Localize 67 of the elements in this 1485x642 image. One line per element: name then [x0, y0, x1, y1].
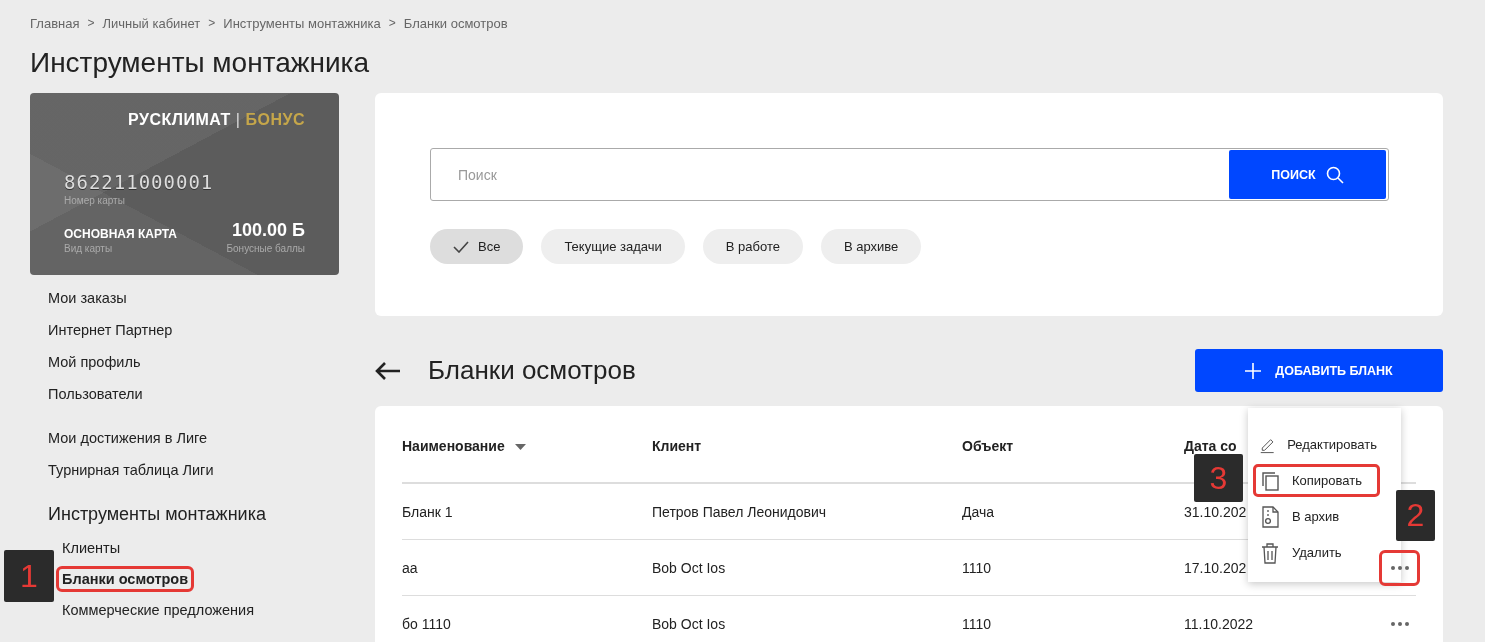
sidebar-item[interactable]: Бланки осмотров — [56, 566, 195, 592]
breadcrumb-link[interactable]: Главная — [30, 16, 80, 33]
breadcrumb-separator: > — [87, 16, 95, 32]
column-header[interactable]: Наименование — [402, 438, 505, 454]
plus-icon — [1245, 362, 1262, 379]
search-button[interactable]: ПОИСК — [1229, 150, 1386, 199]
sidebar-item[interactable]: Турнирная таблица Лиги — [42, 457, 220, 483]
sidebar-heading: Инструменты монтажника — [48, 503, 267, 526]
table-cell: 31.10.202 — [1184, 503, 1247, 520]
brand-suffix: БОНУС — [245, 111, 305, 129]
sidebar-item[interactable]: Мой профиль — [42, 349, 147, 375]
more-icon — [1390, 621, 1409, 626]
sidebar-item[interactable]: Мои заказы — [42, 285, 133, 311]
sidebar-item[interactable]: Мои достижения в Лиге — [42, 425, 214, 451]
section-title: Бланки осмотров — [428, 355, 636, 386]
table-cell: бо 1110 — [402, 615, 451, 632]
column-header[interactable]: Объект — [962, 438, 1014, 454]
check-icon — [453, 240, 469, 253]
menu-item[interactable]: Удалить — [1253, 536, 1380, 569]
step-number-badge: 2 — [1396, 490, 1435, 541]
bonus-balance-label: Бонусные баллы — [226, 243, 305, 254]
step-number-badge: 3 — [1194, 454, 1243, 502]
breadcrumb-separator: > — [208, 16, 216, 32]
card-type-label: Вид карты — [64, 243, 114, 254]
breadcrumb-link[interactable]: Личный кабинет — [102, 16, 201, 33]
table-cell: 1110 — [962, 559, 992, 576]
zipped-file-icon — [1260, 505, 1280, 528]
search-field[interactable]: Поиск ПОИСК — [430, 148, 1389, 201]
card-number: 862211000001 — [64, 171, 215, 193]
table-cell: Петров Павел Леонидович — [652, 503, 827, 520]
brand-divider: | — [235, 111, 241, 129]
menu-item[interactable]: Редактировать — [1253, 428, 1380, 461]
card-type: ОСНОВНАЯ КАРТА — [64, 227, 178, 241]
back-arrow-icon[interactable] — [375, 360, 401, 381]
sidebar-item[interactable]: Клиенты — [56, 535, 127, 561]
search-icon — [1325, 165, 1344, 184]
table-cell: 17.10.202 — [1184, 559, 1247, 576]
table-cell: аа — [402, 559, 418, 576]
breadcrumb-link[interactable]: Бланки осмотров — [403, 16, 508, 33]
menu-item[interactable]: В архив — [1253, 500, 1380, 533]
column-header[interactable]: Дата со — [1184, 438, 1237, 454]
table-cell: 11.10.2022 — [1184, 615, 1254, 632]
copy-icon — [1260, 469, 1280, 492]
trash-icon — [1260, 541, 1280, 564]
step-number-badge: 1 — [4, 550, 54, 602]
page-title: Инструменты монтажника — [30, 46, 370, 80]
breadcrumb-separator: > — [388, 16, 396, 32]
table-cell: Bob Oct Ios — [652, 615, 726, 632]
column-header[interactable]: Клиент — [652, 438, 702, 454]
table-cell: Бланк 1 — [402, 503, 453, 520]
filter-chip[interactable]: В работе — [702, 229, 803, 264]
sidebar-item[interactable]: Пользователи — [42, 381, 149, 407]
more-icon — [1390, 565, 1409, 570]
table-cell: Bob Oct Ios — [652, 559, 726, 576]
menu-item[interactable]: Копировать — [1253, 464, 1380, 497]
table-cell: 1110 — [962, 615, 992, 632]
sidebar-item[interactable]: Коммерческие предложения — [56, 597, 261, 623]
bonus-balance: 100.00 Б — [231, 220, 305, 241]
card-number-label: Номер карты — [64, 195, 126, 206]
add-button[interactable]: ДОБАВИТЬ БЛАНК — [1195, 349, 1443, 392]
brand-name: РУСКЛИМАТ — [128, 111, 231, 129]
filter-chip[interactable]: Все — [430, 229, 524, 264]
table-cell: Дача — [962, 503, 995, 520]
sidebar-item[interactable]: Интернет Партнер — [42, 317, 179, 343]
filter-chip[interactable]: В архиве — [820, 229, 922, 264]
filter-chip[interactable]: Текущие задачи — [541, 229, 685, 264]
breadcrumb-link[interactable]: Инструменты монтажника — [223, 16, 381, 33]
